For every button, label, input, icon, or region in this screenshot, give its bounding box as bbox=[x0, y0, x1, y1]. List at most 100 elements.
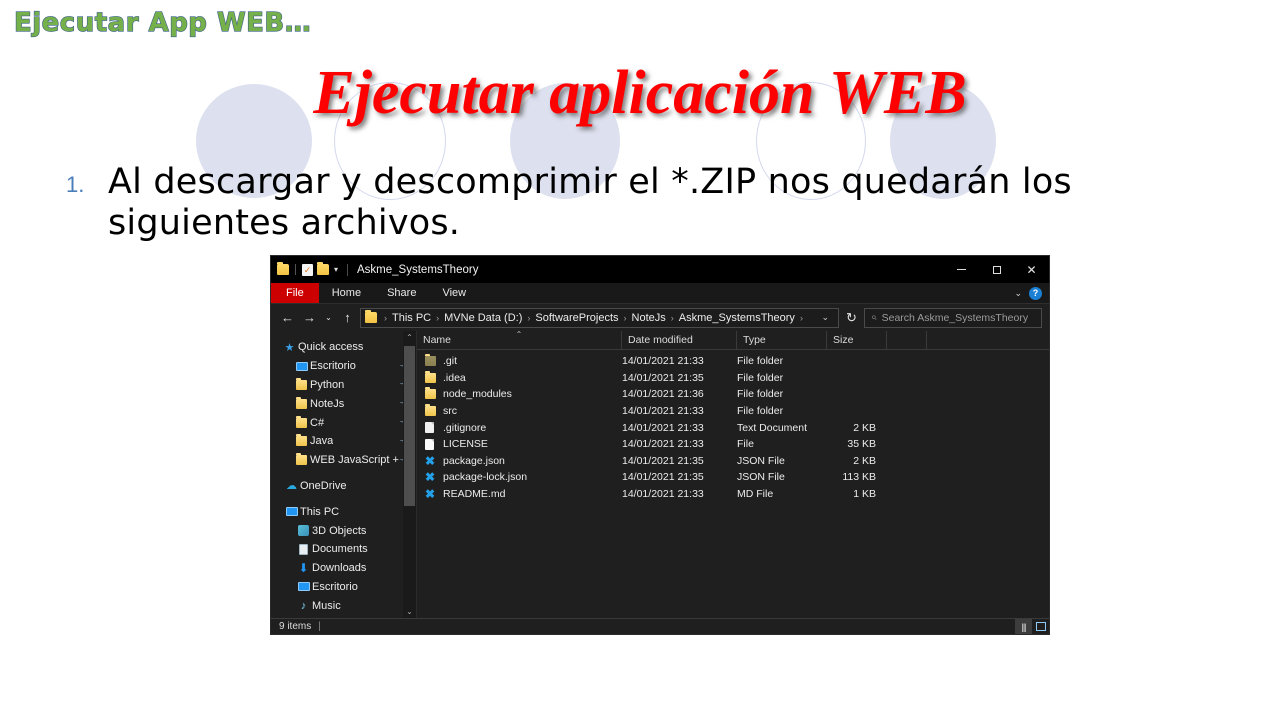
sidebar-item-web-javascript[interactable]: WEB JavaScript + HTM 📌 bbox=[271, 451, 416, 470]
column-label: Date modified bbox=[628, 334, 693, 346]
scrollbar-thumb[interactable] bbox=[404, 346, 415, 506]
column-label: Type bbox=[743, 334, 766, 346]
file-type: JSON File bbox=[737, 454, 785, 467]
sidebar-item-documents[interactable]: Documents bbox=[271, 540, 416, 559]
folder-icon bbox=[425, 370, 437, 383]
file-name-cell[interactable]: .git bbox=[417, 354, 622, 368]
sidebar-item-label: Music bbox=[312, 599, 341, 612]
back-button[interactable]: ← bbox=[278, 308, 297, 328]
breadcrumb[interactable]: › This PC › MVNe Data (D:) › SoftwarePro… bbox=[360, 307, 839, 328]
sidebar-item-java[interactable]: Java 📌 bbox=[271, 432, 416, 451]
column-header-name[interactable]: Name ⌃ bbox=[417, 330, 622, 350]
sidebar-scrollbar[interactable]: ⌃ ⌄ bbox=[403, 331, 416, 618]
details-view-icon[interactable]: ||| bbox=[1015, 618, 1032, 634]
new-folder-icon[interactable] bbox=[317, 262, 329, 275]
forward-button[interactable]: → bbox=[300, 308, 319, 328]
breadcrumb-item-softwareprojects[interactable]: SoftwareProjects bbox=[535, 312, 618, 324]
table-row[interactable]: ✖ package-lock.json 14/01/2021 21:35 JSO… bbox=[417, 469, 1049, 486]
refresh-button[interactable]: ↻ bbox=[842, 308, 861, 328]
table-row[interactable]: node_modules 14/01/2021 21:36 File folde… bbox=[417, 386, 1049, 403]
file-name: node_modules bbox=[443, 388, 512, 401]
file-type: JSON File bbox=[737, 471, 785, 484]
sidebar-item-this-pc[interactable]: This PC bbox=[271, 502, 416, 521]
sidebar-item-escritorio-pc[interactable]: Escritorio bbox=[271, 578, 416, 597]
breadcrumb-item-this-pc[interactable]: This PC bbox=[392, 312, 431, 324]
breadcrumb-item-drive[interactable]: MVNe Data (D:) bbox=[444, 312, 522, 324]
scrollbar-track[interactable] bbox=[403, 344, 416, 605]
sidebar-item-quick-access[interactable]: ★ Quick access bbox=[271, 338, 416, 357]
sidebar-item-label: Java bbox=[310, 435, 334, 448]
column-header-date-modified[interactable]: Date modified bbox=[622, 330, 737, 350]
help-icon[interactable]: ? bbox=[1029, 286, 1042, 300]
table-row[interactable]: src 14/01/2021 21:33 File folder bbox=[417, 403, 1049, 420]
file-name-cell[interactable]: LICENSE bbox=[417, 438, 622, 450]
minimize-button[interactable] bbox=[944, 256, 979, 283]
breadcrumb-item-notejs[interactable]: NoteJs bbox=[632, 312, 666, 324]
column-header-type[interactable]: Type bbox=[737, 330, 827, 350]
sidebar-item-csharp[interactable]: C# 📌 bbox=[271, 413, 416, 432]
recent-locations-button[interactable]: ⌄ bbox=[322, 308, 335, 328]
sidebar-item-label: Downloads bbox=[312, 562, 367, 575]
chevron-down-icon[interactable]: ⌄ bbox=[1014, 288, 1022, 299]
table-row[interactable]: ✖ README.md 14/01/2021 21:33 MD File 1 K… bbox=[417, 486, 1049, 503]
sidebar-item-downloads[interactable]: ⬇ Downloads bbox=[271, 559, 416, 578]
search-placeholder: Search Askme_SystemsTheory bbox=[881, 311, 1029, 324]
sidebar-item-onedrive[interactable]: ☁ OneDrive bbox=[271, 477, 416, 496]
sidebar-item-label: C# bbox=[310, 416, 325, 429]
sidebar-item-python[interactable]: Python 📌 bbox=[271, 376, 416, 395]
table-row[interactable]: ✖ package.json 14/01/2021 21:35 JSON Fil… bbox=[417, 453, 1049, 470]
sidebar-item-label: Documents bbox=[312, 543, 368, 556]
quick-access-toolbar[interactable]: ▾ bbox=[271, 262, 338, 276]
file-name-cell[interactable]: ✖ package.json bbox=[417, 455, 622, 467]
document-icon bbox=[295, 543, 312, 555]
table-row[interactable]: .git 14/01/2021 21:33 File folder bbox=[417, 353, 1049, 370]
ribbon-right-controls: ⌄ ? bbox=[1014, 283, 1049, 303]
sidebar-item-3d-objects[interactable]: 3D Objects bbox=[271, 521, 416, 540]
sidebar-item-music[interactable]: ♪ Music bbox=[271, 596, 416, 615]
tab-share[interactable]: Share bbox=[374, 283, 429, 303]
file-type: File folder bbox=[737, 371, 784, 384]
sidebar-item-label: Python bbox=[310, 378, 345, 391]
tab-home[interactable]: Home bbox=[319, 283, 374, 303]
status-bar: 9 items | ||| bbox=[271, 618, 1049, 634]
sidebar-item-label: OneDrive bbox=[300, 479, 347, 492]
up-button[interactable]: ↑ bbox=[338, 308, 357, 328]
chevron-down-icon[interactable]: ⌄ bbox=[816, 312, 834, 323]
column-header-size[interactable]: Size bbox=[827, 330, 887, 350]
file-name-cell[interactable]: src bbox=[417, 404, 622, 417]
explorer-body: ★ Quick access Escritorio 📌 Python 📌 Not… bbox=[271, 330, 1049, 618]
folder-icon[interactable] bbox=[277, 262, 289, 275]
breadcrumb-separator: › bbox=[384, 312, 387, 323]
tiles-view-icon[interactable] bbox=[1032, 619, 1049, 635]
tab-file[interactable]: File bbox=[271, 283, 319, 303]
file-name: .idea bbox=[443, 371, 466, 384]
properties-icon[interactable] bbox=[302, 263, 313, 276]
scroll-down-icon[interactable]: ⌄ bbox=[406, 605, 413, 618]
maximize-button[interactable] bbox=[979, 256, 1014, 283]
minimize-icon bbox=[957, 269, 966, 270]
search-input[interactable]: ⌕ Search Askme_SystemsTheory bbox=[864, 307, 1042, 328]
file-name-cell[interactable]: .gitignore bbox=[417, 422, 622, 434]
tab-view[interactable]: View bbox=[429, 283, 479, 303]
file-name-cell[interactable]: ✖ README.md bbox=[417, 488, 622, 500]
address-bar: ← → ⌄ ↑ › This PC › MVNe Data (D:) › Sof… bbox=[271, 304, 1049, 331]
table-row[interactable]: .gitignore 14/01/2021 21:33 Text Documen… bbox=[417, 419, 1049, 436]
file-name-cell[interactable]: .idea bbox=[417, 370, 622, 384]
table-row[interactable]: .idea 14/01/2021 21:35 File folder bbox=[417, 370, 1049, 387]
chevron-down-icon[interactable]: ▾ bbox=[334, 265, 338, 274]
scroll-up-icon[interactable]: ⌃ bbox=[406, 331, 413, 344]
file-name: .git bbox=[443, 355, 458, 368]
close-button[interactable]: ✕ bbox=[1014, 256, 1049, 283]
music-icon: ♪ bbox=[300, 599, 307, 612]
sidebar-item-escritorio[interactable]: Escritorio 📌 bbox=[271, 357, 416, 376]
folder-icon bbox=[365, 310, 377, 323]
file-name-cell[interactable]: ✖ package-lock.json bbox=[417, 471, 622, 483]
file-name-cell[interactable]: node_modules bbox=[417, 387, 622, 401]
breadcrumb-item-current[interactable]: Askme_SystemsTheory bbox=[679, 312, 795, 324]
folder-icon bbox=[425, 387, 437, 400]
file-list-pane: Name ⌃ Date modified Type Size .git 14/0… bbox=[417, 330, 1049, 618]
sidebar-item-notejs[interactable]: NoteJs 📌 bbox=[271, 394, 416, 413]
table-row[interactable]: LICENSE 14/01/2021 21:33 File 35 KB bbox=[417, 436, 1049, 453]
